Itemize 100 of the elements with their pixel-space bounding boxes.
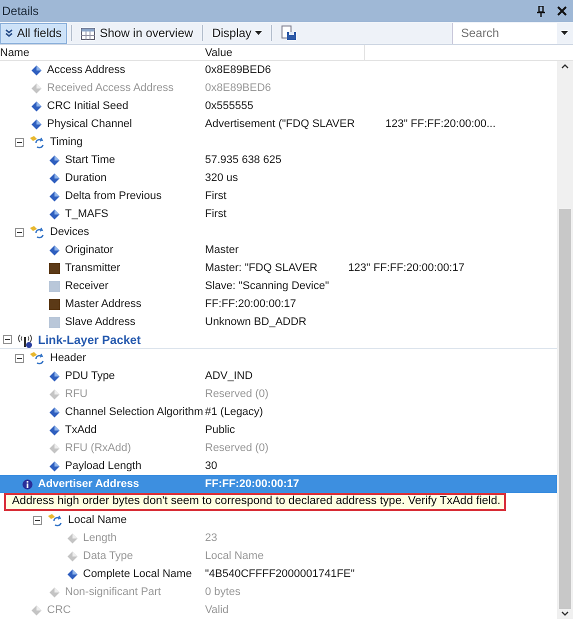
field-value: 0x8E89BED6 [205, 80, 272, 96]
dropdown-arrow-icon[interactable] [561, 31, 568, 35]
diamond-icon [49, 154, 60, 166]
field-value: Master: "FDQ SLAVER 123" FF:FF:20:00:00:17 [205, 260, 464, 276]
folder-arrows-icon [29, 225, 45, 239]
group-label: Timing [50, 134, 83, 150]
field-name: Payload Length [65, 458, 142, 474]
field-name: Master Address [65, 296, 142, 312]
tree-row[interactable]: Delta from Previous First [0, 187, 557, 205]
field-name: Transmitter [65, 260, 120, 276]
scrollbar[interactable] [557, 61, 573, 619]
tree-row[interactable]: Payload Length 30 [0, 457, 557, 475]
field-value: "4B540CFFFF2000001741FE" [205, 566, 355, 582]
info-icon [22, 478, 33, 490]
tree-row[interactable]: PDU Type ADV_IND [0, 367, 557, 385]
field-value: Slave: "Scanning Device" [205, 278, 329, 294]
tree-row[interactable]: TxAdd Public [0, 421, 557, 439]
tree-row[interactable]: Master Address FF:FF:20:00:00:17 [0, 295, 557, 313]
field-name: CRC [47, 602, 71, 618]
tooltip: Address high order bytes don't seem to correspond to declared address type. Verify TxAdd field. [4, 493, 506, 511]
field-name: CRC Initial Seed [47, 98, 128, 114]
field-name: Length [83, 530, 117, 546]
field-name: T_MAFS [65, 206, 108, 222]
field-name: Complete Local Name [83, 566, 192, 582]
table-icon [80, 26, 96, 40]
field-value: Valid [205, 602, 229, 618]
field-name: Delta from Previous [65, 188, 162, 204]
scroll-up-icon[interactable] [561, 63, 569, 69]
field-name: Start Time [65, 152, 116, 168]
tree-row[interactable]: Duration 320 us [0, 169, 557, 187]
field-value: 0x8E89BED6 [205, 62, 272, 78]
tree-row[interactable]: Access Address 0x8E89BED6 [0, 61, 557, 79]
field-name: Non-significant Part [65, 584, 161, 600]
expander-icon[interactable] [15, 228, 24, 236]
field-value: 0x555555 [205, 98, 254, 114]
expander-icon[interactable] [33, 516, 42, 524]
diamond-icon [49, 586, 60, 598]
field-name: Data Type [83, 548, 133, 564]
scroll-down-icon[interactable] [561, 611, 569, 617]
field-value: FF:FF:20:00:00:17 [205, 476, 300, 492]
field-value: Local Name [205, 548, 264, 564]
diamond-icon [49, 244, 60, 256]
column-header[interactable]: Name [0, 45, 205, 60]
search-field[interactable]: Search [452, 22, 557, 44]
diamond-icon [31, 118, 42, 130]
field-value: 320 us [205, 170, 238, 186]
field-value: 57.935 638 625 [205, 152, 282, 168]
panel-title: Details [2, 3, 40, 20]
antenna-info-icon [17, 332, 33, 348]
diamond-icon [67, 532, 78, 544]
field-name: Channel Selection Algorithm [65, 404, 204, 420]
tree-row[interactable]: T_MAFS First [0, 205, 557, 223]
folder-arrows-icon [47, 513, 63, 527]
diamond-icon [49, 190, 60, 202]
folder-arrows-icon [29, 351, 45, 365]
all-fields-button[interactable]: All fields [0, 22, 67, 44]
field-value: First [205, 206, 226, 222]
group-label: Local Name [68, 512, 127, 528]
display-dropdown[interactable]: Display [207, 22, 268, 44]
tree-row[interactable]: CRC Initial Seed 0x555555 [0, 97, 557, 115]
field-name: TxAdd [65, 422, 97, 438]
tree-row[interactable]: Channel Selection Algorithm #1 (Legacy) [0, 403, 557, 421]
document-save-icon [281, 25, 298, 41]
field-name: RFU (RxAdd) [65, 440, 132, 456]
field-value: Reserved (0) [205, 440, 269, 456]
diamond-icon [49, 442, 60, 454]
folder-arrows-icon [29, 135, 45, 149]
caret-icon [255, 31, 262, 35]
field-value: First [205, 188, 226, 204]
close-icon[interactable] [557, 6, 567, 16]
tree-row[interactable]: Slave Address Unknown BD_ADDR [0, 313, 557, 331]
tree-row[interactable]: Transmitter Master: "FDQ SLAVER 123" FF:FF:20:00:00:17 [0, 259, 557, 277]
tree-row[interactable]: Originator Master [0, 241, 557, 259]
group-label: Devices [50, 224, 90, 240]
show-in-overview-button[interactable]: Show in overview [76, 22, 198, 44]
tree-row[interactable]: Physical Channel Advertisement ("FDQ SLAVER 123" FF:FF:20:00:00... [0, 115, 557, 133]
expander-icon[interactable] [3, 335, 12, 344]
expander-icon[interactable] [15, 138, 24, 146]
expander-icon[interactable] [15, 354, 24, 362]
pin-icon[interactable] [537, 6, 545, 16]
diamond-icon [67, 568, 78, 580]
field-name: PDU Type [65, 368, 115, 384]
field-value: 0 bytes [205, 584, 240, 600]
diamond-icon [31, 64, 42, 76]
field-name: Physical Channel [47, 116, 132, 132]
double-chevron-icon [5, 29, 13, 37]
field-value: FF:FF:20:00:00:17 [205, 296, 296, 312]
diamond-icon [49, 370, 60, 382]
tree-row[interactable]: Start Time 57.935 638 625 [0, 151, 557, 169]
field-value: Advertisement ("FDQ SLAVER 123" FF:FF:20:00:00... [205, 116, 496, 132]
field-value: #1 (Legacy) [205, 404, 264, 420]
field-value: 23 [205, 530, 218, 546]
field-name: Duration [65, 170, 107, 186]
column-header[interactable]: Value [205, 45, 365, 60]
field-value: Public [205, 422, 235, 438]
tree-row[interactable]: Complete Local Name "4B540CFFFF2000001741FE" [0, 565, 557, 583]
tree-row[interactable]: Receiver Slave: "Scanning Device" [0, 277, 557, 295]
field-name: Slave Address [65, 314, 136, 330]
diamond-icon [49, 208, 60, 220]
diamond-icon [49, 388, 60, 400]
